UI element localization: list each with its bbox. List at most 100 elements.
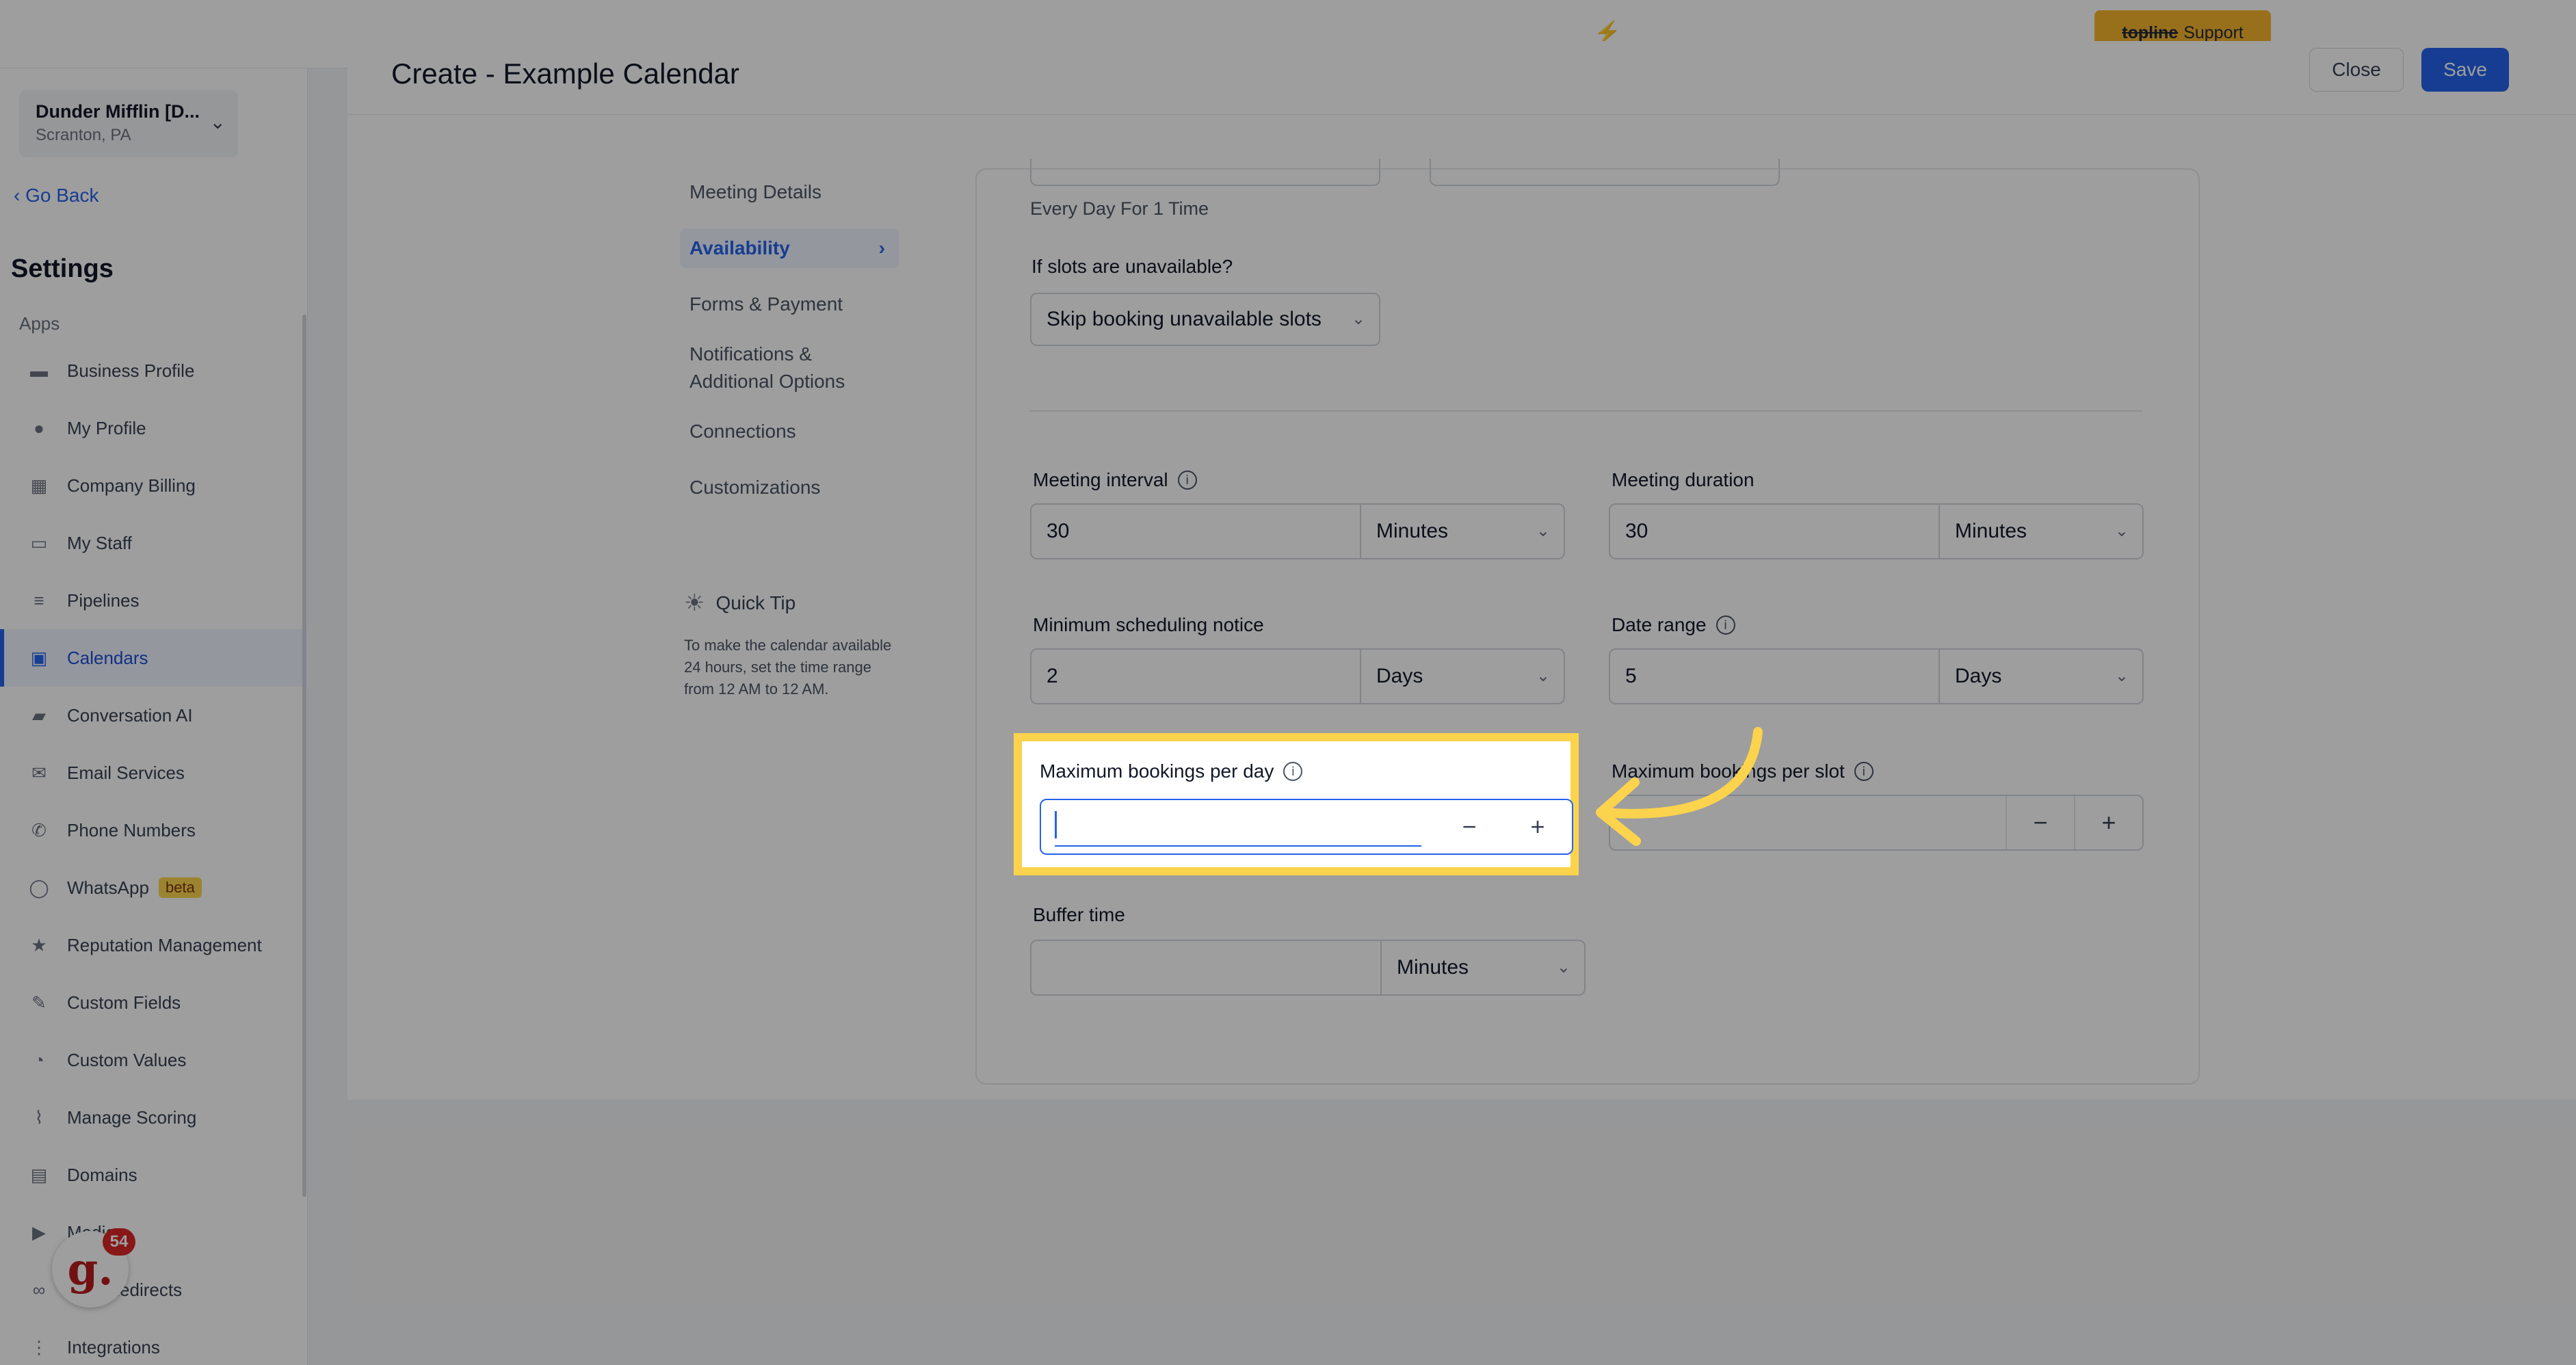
sidebar-item-label: Phone Numbers (67, 819, 196, 840)
sidebar-item-integrations[interactable]: ⋮ Integrations (0, 1318, 308, 1365)
sidebar-item-phone-numbers[interactable]: ✆ Phone Numbers (0, 801, 308, 859)
sidebar-item-manage-scoring[interactable]: ⌇ Manage Scoring (0, 1089, 308, 1146)
meeting-duration-unit-select[interactable]: Minutes ⌄ (1940, 505, 2142, 558)
sidebar-item-email-services[interactable]: ✉ Email Services (0, 744, 308, 801)
sidebar-item-business-profile[interactable]: ▬ Business Profile (0, 342, 308, 399)
buffer-time-label: Buffer time (1033, 904, 1125, 925)
sidebar-item-media[interactable]: ▶Media (0, 1204, 308, 1261)
sidebar-item-company-billing[interactable]: ▦ Company Billing (0, 457, 308, 514)
unit-value: Minutes (1397, 956, 1469, 979)
user-icon: ● (34, 417, 44, 438)
unit-value: Days (1376, 665, 1423, 687)
whatsapp-icon: ◯ (29, 877, 49, 898)
step-customizations[interactable]: Customizations (680, 460, 899, 516)
min-notice-input[interactable]: 2 (1031, 650, 1361, 703)
date-range-label: Date range i (1612, 614, 1735, 636)
info-icon[interactable]: i (1854, 762, 1874, 781)
server-icon: ▤ (30, 1164, 48, 1185)
frequency-count-select[interactable] (1430, 159, 1780, 186)
meeting-interval-unit-select[interactable]: Minutes ⌄ (1361, 505, 1564, 558)
sidebar-item-label: Custom Values (67, 1049, 187, 1070)
max-per-day-stepper: − + (1040, 799, 1573, 855)
link-icon: ∞ (32, 1279, 46, 1300)
date-range-label-text: Date range (1612, 614, 1707, 635)
step-label-line2: Additional Options (689, 371, 845, 392)
info-icon[interactable]: i (1283, 762, 1303, 781)
unit-value: Days (1955, 665, 2002, 687)
buffer-time-unit-select[interactable]: Minutes ⌄ (1382, 941, 1584, 994)
beta-badge: beta (158, 877, 202, 898)
go-back-link[interactable]: ‹ Go Back (14, 185, 99, 207)
chevron-down-icon: ⌄ (209, 111, 226, 133)
chevron-down-icon: ⌄ (1556, 958, 1570, 977)
sidebar-item-label: Manage Scoring (67, 1106, 197, 1128)
account-switcher[interactable]: Dunder Mifflin [D... Scranton, PA ⌄ (19, 90, 238, 157)
sidebar-item-custom-values[interactable]: ◔ Custom Values (0, 1031, 308, 1089)
chevron-right-icon: › (878, 237, 885, 259)
increment-button[interactable]: + (2074, 796, 2142, 849)
max-per-day-input[interactable] (1041, 800, 1435, 853)
pie-icon: ◔ (34, 1049, 44, 1070)
chevron-down-icon: ⌄ (1351, 310, 1365, 328)
step-connections[interactable]: Connections (680, 403, 899, 460)
decrement-button[interactable]: − (2006, 796, 2074, 849)
sidebar-item-label: WhatsApp (67, 877, 149, 898)
sidebar-nav: ▬ Business Profile ● My Profile ▦ Company B… (0, 342, 308, 1365)
lightbulb-icon: ☀ (684, 590, 705, 616)
edit-icon: ✎ (31, 992, 47, 1013)
text-cursor (1055, 811, 1057, 838)
chart-icon: ⌇ (34, 1106, 44, 1128)
date-range-field: 5 Days ⌄ (1609, 648, 2144, 704)
step-label-line1: Notifications & (689, 343, 812, 365)
sidebar-item-whatsapp[interactable]: ◯ WhatsApp beta (0, 859, 308, 916)
meeting-interval-label: Meeting interval i (1033, 469, 1197, 491)
sidebar-item-label: Domains (67, 1164, 137, 1185)
page-title: Create - Example Calendar (391, 57, 739, 90)
meeting-duration-input[interactable]: 30 (1610, 505, 1940, 558)
close-button[interactable]: Close (2309, 48, 2404, 92)
max-per-day-label-text: Maximum bookings per day (1040, 760, 1274, 782)
max-per-day-label: Maximum bookings per day i (1040, 760, 1303, 782)
meeting-duration-label: Meeting duration (1612, 469, 1754, 490)
meeting-interval-input[interactable]: 30 (1031, 505, 1361, 558)
unit-value: Minutes (1376, 520, 1449, 542)
unit-value: Minutes (1955, 520, 2027, 542)
info-icon[interactable]: i (1716, 615, 1735, 635)
date-range-unit-select[interactable]: Days ⌄ (1940, 650, 2142, 703)
date-range-input[interactable]: 5 (1610, 650, 1940, 703)
step-forms-payment[interactable]: Forms & Payment (680, 276, 899, 332)
save-button[interactable]: Save (2421, 48, 2509, 92)
sidebar-item-custom-fields[interactable]: ✎ Custom Fields (0, 974, 308, 1031)
sidebar-item-reputation-management[interactable]: ★ Reputation Management (0, 916, 308, 974)
step-notifications[interactable]: Notifications & Additional Options (680, 332, 899, 403)
chat-icon: ▰ (32, 704, 46, 726)
decrement-button[interactable]: − (1435, 800, 1503, 853)
calendar-steps-nav: Meeting Details Availability › Forms & P… (680, 164, 899, 516)
buffer-time-input[interactable] (1031, 941, 1382, 994)
sidebar-item-label: Email Services (67, 762, 185, 783)
highlight-box: Maximum bookings per day i − + (1014, 733, 1579, 875)
star-icon: ★ (31, 934, 47, 955)
min-notice-unit-select[interactable]: Days ⌄ (1361, 650, 1564, 703)
info-icon[interactable]: i (1177, 471, 1197, 490)
min-notice-field: 2 Days ⌄ (1030, 648, 1565, 704)
sidebar-item-calendars[interactable]: ▣ Calendars (0, 629, 308, 687)
sidebar-scrollbar[interactable] (302, 315, 306, 1197)
unavailable-label: If slots are unavailable? (1031, 256, 1233, 277)
increment-button[interactable]: + (1503, 800, 1572, 853)
sidebar-item-domains[interactable]: ▤ Domains (0, 1146, 308, 1204)
sidebar-item-pipelines[interactable]: ≡ Pipelines (0, 572, 308, 629)
sidebar-item-my-staff[interactable]: ▭ My Staff (0, 514, 308, 572)
frequency-select[interactable] (1030, 159, 1380, 186)
step-availability[interactable]: Availability › (680, 228, 899, 268)
unavailable-select[interactable]: Skip booking unavailable slots ⌄ (1030, 293, 1380, 346)
sidebar-item-label: My Staff (67, 532, 132, 553)
sidebar-item-my-profile[interactable]: ● My Profile (0, 399, 308, 457)
sidebar-item-url-redirects[interactable]: ∞ URL Redirects (0, 1261, 308, 1318)
sidebar-item-conversation-ai[interactable]: ▰ Conversation AI (0, 687, 308, 744)
briefcase-icon: ▬ (30, 360, 48, 381)
pointer-arrow-icon (1596, 727, 1763, 846)
step-label: Availability (689, 237, 790, 259)
step-meeting-details[interactable]: Meeting Details (680, 164, 899, 220)
settings-title: Settings (11, 254, 114, 283)
